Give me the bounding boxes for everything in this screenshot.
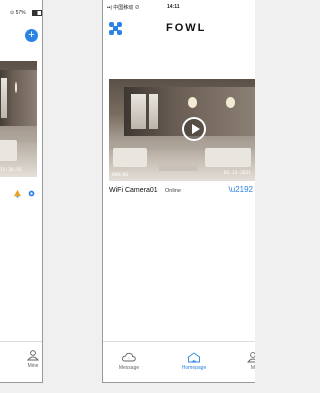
camera-name: WiFi Camera01 [109, 187, 158, 194]
alarm-icon[interactable] [13, 185, 22, 203]
camera-preview[interactable]: 02-23-2021 0KB/0S [109, 79, 255, 181]
tabbar: ! Message Homepage M [103, 341, 255, 382]
cloud-icon: ! [122, 352, 136, 362]
osd-speed: 0KB/0S [112, 173, 129, 178]
osd-time: 15:36:56 [0, 168, 22, 173]
play-button[interactable] [182, 117, 206, 141]
osd-date: 02-23-2021 [223, 171, 251, 176]
tab-mine-label: M [250, 365, 255, 371]
battery-status: ⊙ 57% [10, 10, 26, 16]
tab-message[interactable]: ! Message [109, 352, 149, 371]
brand-logo: FOWL [166, 22, 207, 34]
left-phone-screen: ⊙ 57% + 15:36:56 Mine [0, 0, 43, 383]
app-header: FOWL [103, 13, 255, 41]
add-device-button[interactable]: + [25, 29, 38, 42]
right-phone-screen: ••| 中国移动 ⊘ 14:11 FOWL 02-23-2021 0KB/0S [102, 0, 255, 383]
tab-homepage[interactable]: Homepage [174, 352, 214, 371]
tab-mine-label: Mine [27, 363, 39, 369]
tab-mine[interactable]: Mine [23, 350, 42, 369]
clock: 14:11 [167, 4, 180, 10]
more-arrow-icon[interactable]: \u2192 [229, 185, 253, 194]
camera-card[interactable]: 02-23-2021 0KB/0S WiFi Camera01 Online \… [109, 79, 255, 205]
tab-message-label: Message [118, 365, 140, 371]
carrier-label: ••| 中国移动 ⊘ [107, 5, 140, 11]
menu-grid-icon[interactable] [109, 22, 123, 36]
svg-text:!: ! [129, 357, 130, 361]
user-icon [26, 350, 40, 361]
tabbar-left: Mine [0, 341, 42, 382]
tab-mine[interactable]: M [233, 352, 255, 371]
camera-preview-left[interactable]: 15:36:56 [0, 61, 37, 177]
status-bar: ••| 中国移动 ⊘ 14:11 [103, 0, 255, 13]
camera-status: Online [165, 188, 181, 194]
home-icon [188, 352, 200, 363]
user-icon [247, 352, 255, 363]
settings-icon[interactable] [27, 185, 36, 203]
battery-icon [32, 10, 42, 16]
tab-homepage-label: Homepage [181, 365, 207, 371]
